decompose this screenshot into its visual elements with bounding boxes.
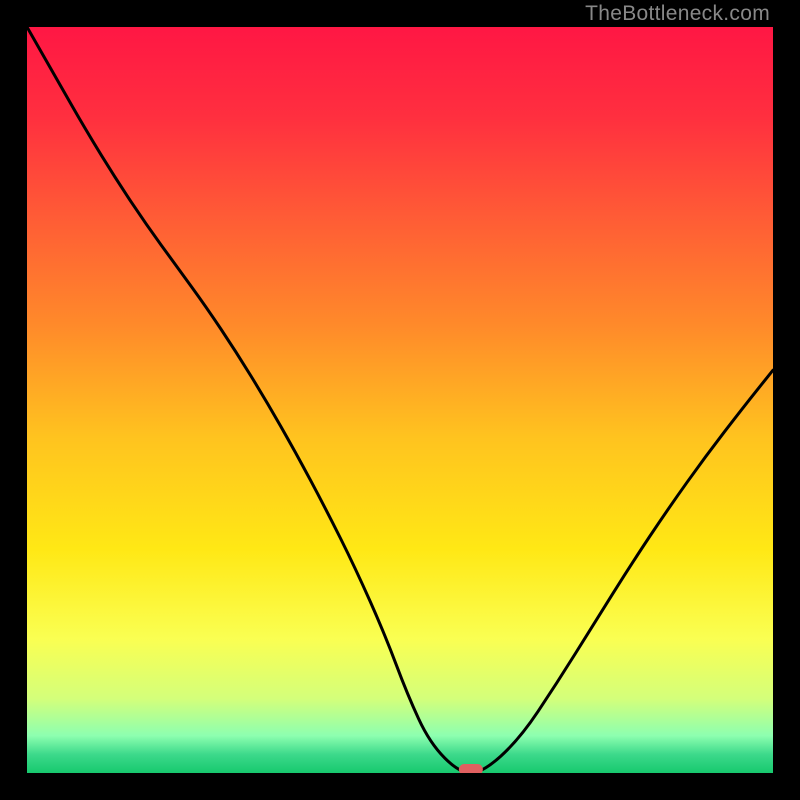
gradient-background <box>27 27 773 773</box>
chart-container: { "watermark": "TheBottleneck.com", "cha… <box>0 0 800 800</box>
watermark-text: TheBottleneck.com <box>585 2 770 26</box>
optimum-marker <box>459 764 483 773</box>
plot-area <box>27 27 773 773</box>
chart-svg <box>27 27 773 773</box>
